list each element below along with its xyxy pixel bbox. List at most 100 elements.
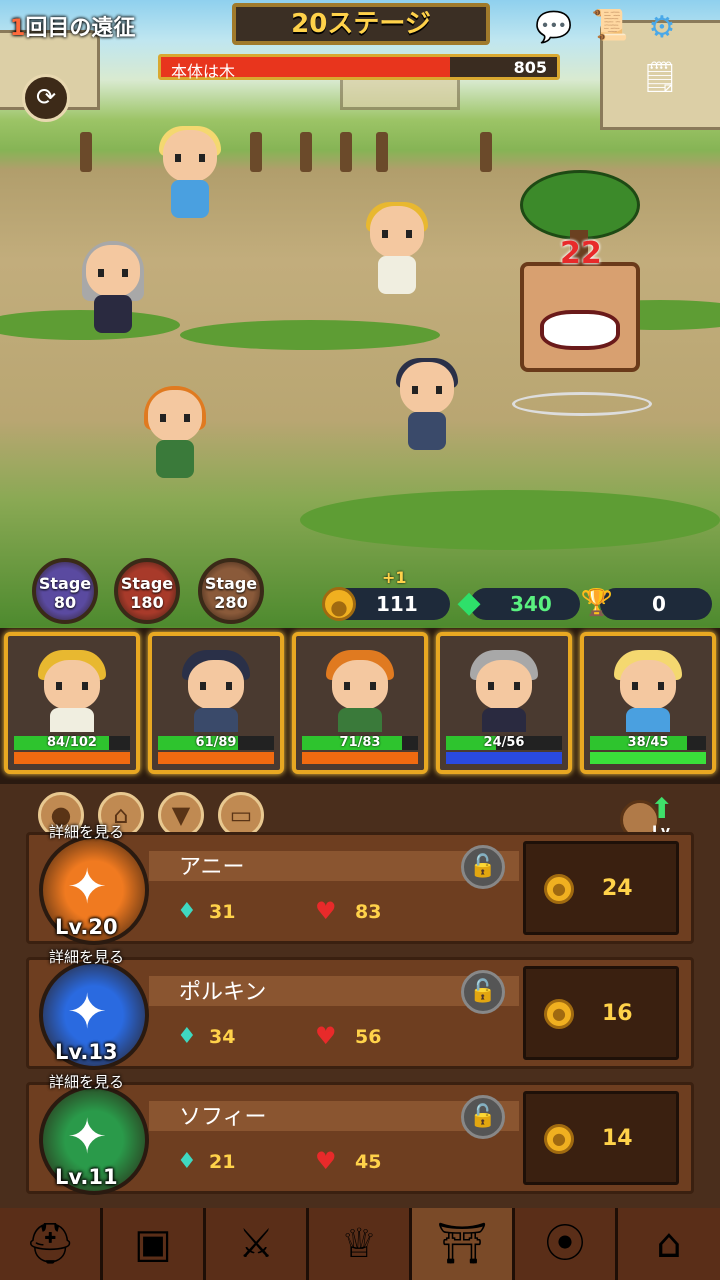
- quest-button[interactable]: 📜: [588, 6, 632, 46]
- hero-level: Lv.20: [55, 915, 118, 939]
- padlock-open-icon: 🔓: [469, 979, 497, 1004]
- boss-hp-value: 805: [513, 58, 547, 77]
- party-portrait: [608, 646, 688, 732]
- nav-weapons[interactable]: ⚔: [206, 1208, 309, 1280]
- gear-icon: ⚙: [648, 10, 676, 45]
- armor-icon: ▣: [134, 1221, 172, 1267]
- medal-label: Stage: [120, 574, 174, 593]
- nav-heroes[interactable]: ⛑: [0, 1208, 103, 1280]
- party-role-bar: [302, 752, 418, 764]
- party-bar: 84/102 61/89 71/83 24/56 38/45: [0, 628, 720, 780]
- party-role-bar: [446, 752, 562, 764]
- nav-relics[interactable]: ♕: [309, 1208, 412, 1280]
- grass-patch: [300, 490, 720, 550]
- party-card[interactable]: 61/89: [148, 632, 284, 774]
- hero-detail-link[interactable]: 詳細を見る: [49, 1071, 124, 1092]
- party-portrait: [320, 646, 400, 732]
- hero-attack: 34: [209, 1026, 236, 1048]
- hero-level: Lv.13: [55, 1040, 118, 1064]
- party-portrait: [464, 646, 544, 732]
- nav-dungeon[interactable]: ⛩: [412, 1208, 515, 1280]
- battle-scene: 22: [0, 0, 720, 628]
- party-portrait: [32, 646, 112, 732]
- fence-post: [250, 132, 262, 172]
- padlock-open-icon: 🔓: [469, 854, 497, 879]
- target-ring: [512, 392, 652, 416]
- medal-value: 280: [214, 593, 248, 612]
- wizard-character: [78, 241, 148, 345]
- gem-counter: 340: [470, 588, 580, 620]
- party-portrait: [176, 646, 256, 732]
- gold-coin-icon: ●: [544, 874, 574, 904]
- hero-class-icon: ✦: [67, 859, 108, 915]
- quest-scroll-icon: 📜: [591, 8, 629, 43]
- attack-crystal-icon: ♦: [177, 1149, 197, 1174]
- crossed-swords-icon: ⚔: [238, 1221, 274, 1267]
- hero-attack: 31: [209, 901, 236, 923]
- fence-post: [376, 132, 388, 172]
- arrow-up-icon: ⬆: [650, 792, 674, 825]
- hero-hp: 56: [355, 1026, 382, 1048]
- party-hp-bar: 84/102: [14, 736, 130, 750]
- heart-icon: ♥: [315, 897, 337, 925]
- stage-medal-280[interactable]: Stage 280: [198, 558, 264, 624]
- party-card[interactable]: 71/83: [292, 632, 428, 774]
- princess-character: [155, 126, 225, 230]
- cat-icon: ▼: [171, 801, 191, 829]
- unlock-button[interactable]: 🔓: [461, 970, 505, 1014]
- fence-post: [300, 132, 312, 172]
- nav-armor[interactable]: ▣: [103, 1208, 206, 1280]
- gold-gain-popup: +1: [382, 568, 407, 587]
- party-hp-text: 38/45: [627, 735, 669, 750]
- unlock-button[interactable]: 🔓: [461, 845, 505, 889]
- stage-medal-180[interactable]: Stage 180: [114, 558, 180, 624]
- level-up-cost-button[interactable]: ● 16: [523, 966, 679, 1060]
- stage-medal-80[interactable]: Stage 80: [32, 558, 98, 624]
- expedition-label: 回目の遠征: [25, 16, 136, 41]
- settings-button[interactable]: ⚙: [640, 8, 684, 48]
- party-role-bar: [590, 752, 706, 764]
- party-hp-text: 71/83: [339, 735, 381, 750]
- gold-coin-icon: ●: [322, 587, 356, 621]
- hero-name: ソフィー: [179, 1105, 267, 1130]
- medal-value: 180: [130, 593, 164, 612]
- chat-button[interactable]: 💬: [532, 8, 576, 48]
- grass-patch: [180, 320, 440, 350]
- hero-row: ✦ 詳細を見る Lv.20 アニー 🔓 ♦ 31 ♥ 83 ● 24: [26, 823, 694, 945]
- attack-crystal-icon: ♦: [177, 1024, 197, 1049]
- tree-boss-enemy[interactable]: [510, 170, 660, 420]
- hero-name: アニー: [179, 855, 245, 880]
- level-up-cost-button[interactable]: ● 24: [523, 841, 679, 935]
- party-card[interactable]: 24/56: [436, 632, 572, 774]
- mission-board-button[interactable]: 🗒: [638, 58, 682, 98]
- party-role-bar: [14, 752, 130, 764]
- refresh-icon: ⟳: [35, 83, 57, 111]
- mission-paper-icon: 🗒: [640, 60, 680, 95]
- boss-name: 本体は木: [171, 62, 236, 81]
- unlock-button[interactable]: 🔓: [461, 1095, 505, 1139]
- hero-detail-link[interactable]: 詳細を見る: [49, 946, 124, 967]
- hero-row: ✦ 詳細を見る Lv.11 ソフィー 🔓 ♦ 21 ♥ 45 ● 14: [26, 1073, 694, 1195]
- party-card[interactable]: 38/45: [580, 632, 716, 774]
- hero-detail-link[interactable]: 詳細を見る: [49, 821, 124, 842]
- auto-retry-button[interactable]: ⟳: [22, 74, 70, 122]
- level-up-cost-button[interactable]: ● 14: [523, 1091, 679, 1185]
- ninja-character: [392, 358, 462, 462]
- party-hp-text: 24/56: [483, 735, 525, 750]
- medal-label: Stage: [204, 574, 258, 593]
- nav-pet-items[interactable]: ⦿: [515, 1208, 618, 1280]
- shop-icon: ⌂: [656, 1221, 682, 1267]
- warrior-character: [362, 202, 432, 306]
- archer-character: [140, 386, 210, 490]
- trophy-icon: 🏆: [580, 588, 614, 618]
- party-hp-text: 84/102: [47, 735, 97, 750]
- party-card[interactable]: 84/102: [4, 632, 140, 774]
- fence-post: [480, 132, 492, 172]
- collar-bone-icon: ⦿: [545, 1221, 585, 1267]
- bottom-nav: ⛑ ▣ ⚔ ♕ ⛩ ⦿ ⌂: [0, 1208, 720, 1280]
- nav-shop[interactable]: ⌂: [618, 1208, 720, 1280]
- hero-hp: 83: [355, 901, 382, 923]
- gold-coin-icon: ●: [544, 1124, 574, 1154]
- boss-mouth: [540, 310, 620, 350]
- fence-post: [80, 132, 92, 172]
